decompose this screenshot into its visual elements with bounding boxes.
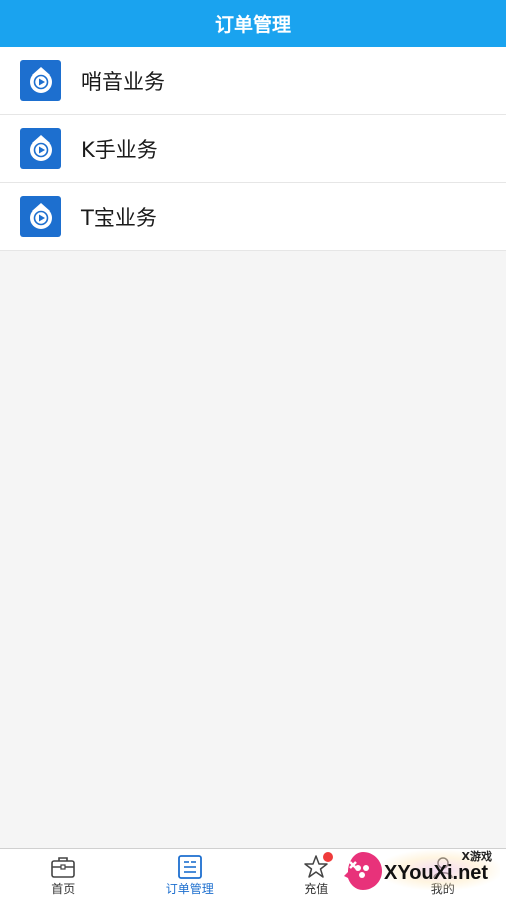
star-icon (303, 852, 334, 880)
tab-label: 充值 (304, 882, 329, 896)
logo-play-icon (20, 196, 61, 237)
tab-mine[interactable]: 我的 (380, 849, 506, 900)
tab-label: 订单管理 (165, 882, 214, 896)
business-list: 哨音业务 K手业务 T宝业务 (0, 47, 506, 251)
user-icon (430, 854, 456, 880)
app-header: 订单管理 (0, 0, 506, 47)
list-item-taobao[interactable]: T宝业务 (0, 183, 506, 251)
logo-play-icon (20, 128, 61, 169)
order-list-icon (177, 854, 203, 880)
tab-home[interactable]: 首页 (0, 849, 127, 900)
notification-badge (323, 852, 334, 862)
list-item-label: K手业务 (81, 137, 158, 162)
list-item-label: T宝业务 (81, 205, 157, 230)
list-item-kuaishou[interactable]: K手业务 (0, 115, 506, 183)
list-item-label: 哨音业务 (81, 69, 165, 94)
tab-recharge[interactable]: 充值 (253, 849, 380, 900)
briefcase-icon (50, 854, 76, 880)
list-item-douyin[interactable]: 哨音业务 (0, 47, 506, 115)
tab-label: 首页 (51, 882, 76, 896)
page-title: 订单管理 (214, 14, 291, 36)
tab-orders[interactable]: 订单管理 (127, 849, 254, 900)
logo-play-icon (20, 60, 61, 101)
tab-label: 我的 (430, 882, 455, 896)
bottom-tab-bar: 首页 订单管理 充值 我的 (0, 848, 506, 900)
